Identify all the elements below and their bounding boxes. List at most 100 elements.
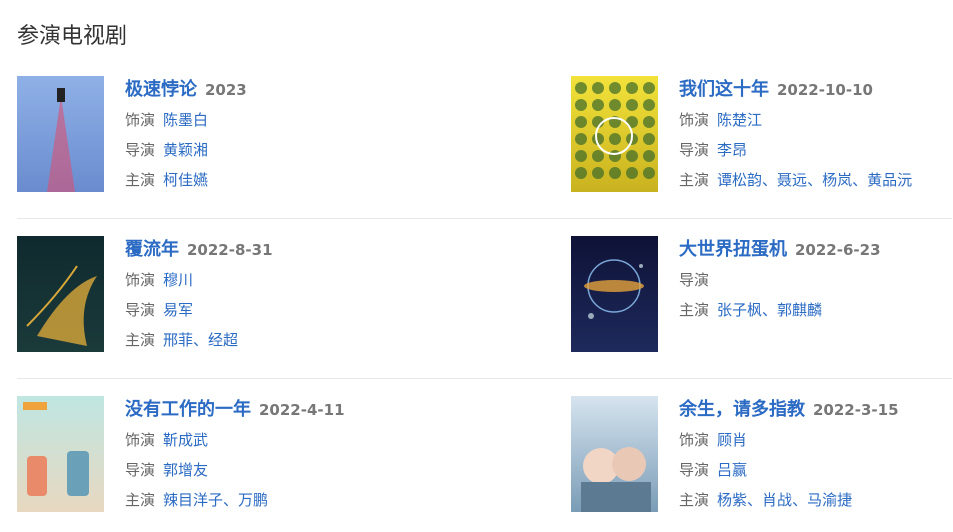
drama-poster[interactable]	[571, 236, 658, 352]
director-row: 导演	[679, 268, 953, 292]
starring-label: 主演	[125, 331, 156, 349]
title-line: 没有工作的一年 2022-4-11	[125, 398, 447, 422]
list-separator: 、	[193, 331, 209, 349]
title-line: 我们这十年 2022-10-10	[679, 78, 953, 102]
director-row: 导演 吕赢	[679, 458, 953, 482]
person-link[interactable]: 穆川	[163, 271, 193, 289]
director-row: 导演 郭增友	[125, 458, 447, 482]
drama-card: 我们这十年 2022-10-10 饰演 陈楚江 导演 李昂 主演 谭松韵、聂远、杨岚、黄…	[571, 76, 953, 196]
person-link[interactable]: 经超	[208, 331, 238, 349]
person-link[interactable]: 柯佳嬿	[163, 171, 208, 189]
person-link[interactable]: 黄颖湘	[163, 141, 208, 159]
role-label: 饰演	[125, 111, 156, 129]
drama-card: 没有工作的一年 2022-4-11 饰演 靳成武 导演 郭增友 主演 辣目洋子、万鹏	[17, 396, 447, 516]
list-separator: 、	[852, 171, 868, 189]
person-link[interactable]: 辣目洋子	[163, 491, 223, 509]
director-value: 黄颖湘	[163, 141, 208, 159]
person-link[interactable]: 聂远	[777, 171, 807, 189]
role-value: 靳成武	[163, 431, 208, 449]
person-link[interactable]: 易军	[163, 301, 193, 319]
person-link[interactable]: 陈楚江	[717, 111, 762, 129]
drama-info: 我们这十年 2022-10-10 饰演 陈楚江 导演 李昂 主演 谭松韵、聂远、杨岚、黄…	[679, 78, 953, 192]
role-value: 穆川	[163, 271, 193, 289]
starring-label: 主演	[679, 301, 710, 319]
person-link[interactable]: 靳成武	[163, 431, 208, 449]
person-link[interactable]: 杨岚	[822, 171, 852, 189]
starring-value: 柯佳嬿	[163, 171, 208, 189]
starring-row: 主演 杨紫、肖战、马渝捷	[679, 488, 953, 512]
starring-row: 主演 张子枫、郭麒麟	[679, 298, 953, 322]
person-link[interactable]: 邢菲	[163, 331, 193, 349]
list-separator: 、	[762, 171, 778, 189]
drama-title-link[interactable]: 我们这十年	[679, 79, 769, 100]
drama-title-link[interactable]: 大世界扭蛋机	[679, 239, 787, 260]
title-line: 覆流年 2022-8-31	[125, 238, 447, 262]
list-separator: 、	[223, 491, 239, 509]
director-value: 易军	[163, 301, 193, 319]
director-row: 导演 李昂	[679, 138, 953, 162]
drama-title-link[interactable]: 覆流年	[125, 239, 179, 260]
list-separator: 、	[762, 301, 778, 319]
role-label: 饰演	[679, 111, 710, 129]
drama-title-link[interactable]: 极速悖论	[125, 79, 197, 100]
starring-value: 辣目洋子、万鹏	[163, 491, 268, 509]
drama-card: 余生，请多指教 2022-3-15 饰演 顾肖 导演 吕赢 主演 杨紫、肖战、马渝捷	[571, 396, 953, 516]
drama-card: 极速悖论 2023 饰演 陈墨白 导演 黄颖湘 主演 柯佳嬿	[17, 76, 447, 196]
person-link[interactable]: 吕赢	[717, 461, 747, 479]
role-row: 饰演 陈墨白	[125, 108, 447, 132]
director-label: 导演	[125, 461, 156, 479]
person-link[interactable]: 万鹏	[238, 491, 268, 509]
starring-label: 主演	[125, 171, 156, 189]
person-link[interactable]: 顾肖	[717, 431, 747, 449]
person-link[interactable]: 郭增友	[163, 461, 208, 479]
person-link[interactable]: 张子枫	[717, 301, 762, 319]
drama-poster[interactable]	[17, 396, 104, 512]
person-link[interactable]: 郭麒麟	[777, 301, 822, 319]
release-date: 2022-3-15	[813, 401, 899, 419]
drama-poster[interactable]	[17, 76, 104, 192]
list-separator: 、	[807, 171, 823, 189]
person-link[interactable]: 杨紫	[717, 491, 747, 509]
drama-info: 极速悖论 2023 饰演 陈墨白 导演 黄颖湘 主演 柯佳嬿	[125, 78, 447, 192]
role-label: 饰演	[125, 431, 156, 449]
director-value: 吕赢	[717, 461, 747, 479]
role-label: 饰演	[679, 431, 710, 449]
drama-title-link[interactable]: 余生，请多指教	[679, 399, 805, 420]
drama-poster[interactable]	[571, 76, 658, 192]
release-date: 2023	[205, 81, 247, 99]
role-row: 饰演 穆川	[125, 268, 447, 292]
drama-info: 没有工作的一年 2022-4-11 饰演 靳成武 导演 郭增友 主演 辣目洋子、万鹏	[125, 398, 447, 512]
director-label: 导演	[125, 141, 156, 159]
person-link[interactable]: 黄品沅	[867, 171, 912, 189]
director-value: 李昂	[717, 141, 747, 159]
drama-info: 大世界扭蛋机 2022-6-23 导演 主演 张子枫、郭麒麟	[679, 238, 953, 322]
starring-label: 主演	[679, 171, 710, 189]
title-line: 余生，请多指教 2022-3-15	[679, 398, 953, 422]
person-link[interactable]: 陈墨白	[163, 111, 208, 129]
role-value: 顾肖	[717, 431, 747, 449]
role-row: 饰演 陈楚江	[679, 108, 953, 132]
person-link[interactable]: 谭松韵	[717, 171, 762, 189]
drama-card: 覆流年 2022-8-31 饰演 穆川 导演 易军 主演 邢菲、经超	[17, 236, 447, 356]
title-line: 极速悖论 2023	[125, 78, 447, 102]
row-divider	[17, 218, 952, 219]
person-link[interactable]: 李昂	[717, 141, 747, 159]
drama-info: 覆流年 2022-8-31 饰演 穆川 导演 易军 主演 邢菲、经超	[125, 238, 447, 352]
starring-row: 主演 柯佳嬿	[125, 168, 447, 192]
director-row: 导演 易军	[125, 298, 447, 322]
drama-poster[interactable]	[571, 396, 658, 512]
starring-value: 杨紫、肖战、马渝捷	[717, 491, 852, 509]
starring-row: 主演 邢菲、经超	[125, 328, 447, 352]
row-divider	[17, 378, 952, 379]
drama-info: 余生，请多指教 2022-3-15 饰演 顾肖 导演 吕赢 主演 杨紫、肖战、马渝捷	[679, 398, 953, 512]
person-link[interactable]: 马渝捷	[807, 491, 852, 509]
starring-value: 谭松韵、聂远、杨岚、黄品沅	[717, 171, 912, 189]
person-link[interactable]: 肖战	[762, 491, 792, 509]
drama-poster[interactable]	[17, 236, 104, 352]
list-separator: 、	[747, 491, 763, 509]
drama-title-link[interactable]: 没有工作的一年	[125, 399, 251, 420]
title-line: 大世界扭蛋机 2022-6-23	[679, 238, 953, 262]
starring-row: 主演 辣目洋子、万鹏	[125, 488, 447, 512]
starring-label: 主演	[125, 491, 156, 509]
role-row: 饰演 靳成武	[125, 428, 447, 452]
